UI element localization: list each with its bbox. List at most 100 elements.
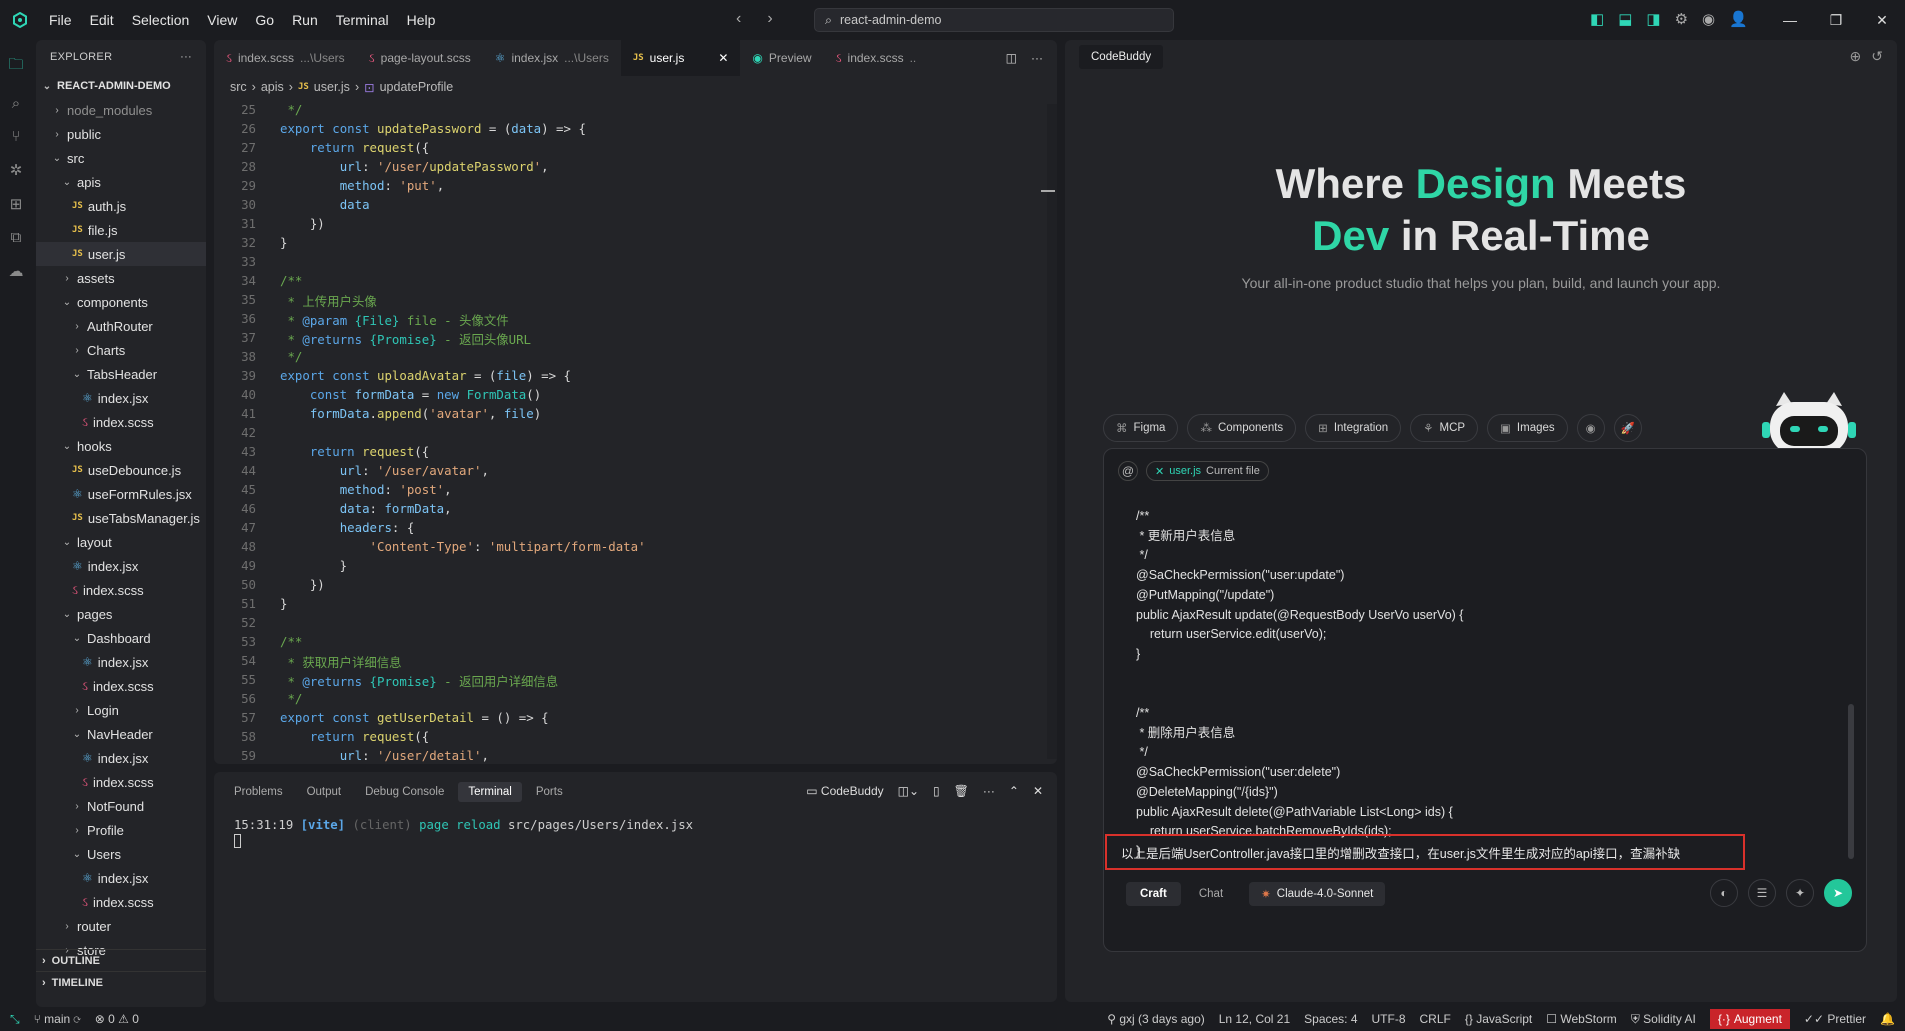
- menu-file[interactable]: File: [40, 12, 81, 28]
- menu-selection[interactable]: Selection: [123, 12, 199, 28]
- terminal-selector[interactable]: ▭ CodeBuddy: [806, 784, 883, 798]
- debug-icon[interactable]: ✲: [10, 161, 23, 179]
- mode-craft[interactable]: Craft: [1126, 882, 1181, 906]
- remote-icon[interactable]: ⧉: [11, 229, 22, 246]
- outline-section[interactable]: › OUTLINE: [36, 949, 206, 971]
- tree-folder[interactable]: › AuthRouter: [36, 314, 206, 338]
- editor-scrollbar[interactable]: [1047, 104, 1057, 759]
- breadcrumb-item[interactable]: user.js: [314, 80, 350, 94]
- mode-chat[interactable]: Chat: [1185, 882, 1237, 906]
- account-icon[interactable]: 👤: [1729, 10, 1748, 28]
- tree-file[interactable]: ઽ index.scss: [36, 890, 206, 914]
- prompt-text[interactable]: 以上是后端UserController.java接口里的增删改查接口，在user…: [1105, 834, 1745, 870]
- tree-file[interactable]: ⚛ index.jsx: [36, 866, 206, 890]
- gear-icon[interactable]: ⚙: [1675, 10, 1688, 28]
- chip-components[interactable]: ⁂ Components: [1187, 414, 1297, 442]
- blame-item[interactable]: ⚲ gxj (3 days ago): [1107, 1012, 1205, 1026]
- codebuddy-tab[interactable]: CodeBuddy: [1079, 45, 1164, 69]
- editor-tab[interactable]: ◉ Preview: [740, 40, 823, 76]
- chat-input-content[interactable]: /** * 更新用户表信息 */ @SaCheckPermission("use…: [1136, 507, 1463, 862]
- indentation[interactable]: Spaces: 4: [1304, 1012, 1357, 1026]
- editor-tab[interactable]: ઽ index.scss ...\Users: [214, 40, 357, 76]
- webstorm-item[interactable]: ☐ WebStorm: [1546, 1012, 1617, 1026]
- tree-file[interactable]: ⚛ index.jsx: [36, 554, 206, 578]
- tree-folder[interactable]: › public: [36, 122, 206, 146]
- panel-tab-problems[interactable]: Problems: [224, 782, 293, 802]
- terminal-output[interactable]: 15:31:19 [vite] (client) page reload src…: [214, 812, 1057, 854]
- tree-folder[interactable]: ⌄ src: [36, 146, 206, 170]
- tree-file[interactable]: ઽ index.scss: [36, 578, 206, 602]
- chip-mcp[interactable]: ⚘ MCP: [1410, 414, 1479, 442]
- tree-folder[interactable]: › NotFound: [36, 794, 206, 818]
- branch-item[interactable]: ⑂ main ⟳: [34, 1012, 81, 1026]
- search-icon[interactable]: ⌕: [12, 95, 20, 112]
- language-mode[interactable]: {} JavaScript: [1465, 1012, 1532, 1026]
- problems-item[interactable]: ⊗ 0 ⚠ 0: [95, 1012, 139, 1026]
- breadcrumb-item[interactable]: src: [230, 80, 247, 94]
- layout-panel-icon[interactable]: ⬓: [1618, 10, 1632, 28]
- breadcrumb-item[interactable]: apis: [261, 80, 284, 94]
- tree-folder[interactable]: › assets: [36, 266, 206, 290]
- tree-folder[interactable]: ⌄ NavHeader: [36, 722, 206, 746]
- menu-help[interactable]: Help: [398, 12, 445, 28]
- line-endings[interactable]: CRLF: [1420, 1012, 1451, 1026]
- palette-icon[interactable]: ◐: [1710, 879, 1738, 907]
- split-editor-icon[interactable]: ◫: [1006, 51, 1017, 65]
- tree-folder[interactable]: › node_modules: [36, 98, 206, 122]
- layout-icon[interactable]: ▯: [933, 784, 940, 798]
- close-panel-icon[interactable]: ✕: [1033, 784, 1043, 798]
- command-search[interactable]: ⌕ react-admin-demo: [814, 8, 1174, 32]
- menu-view[interactable]: View: [198, 12, 246, 28]
- panel-tab-output[interactable]: Output: [297, 782, 352, 802]
- menu-edit[interactable]: Edit: [81, 12, 123, 28]
- layout-sidebar-icon[interactable]: ◧: [1590, 10, 1604, 28]
- tree-file[interactable]: JS useDebounce.js: [36, 458, 206, 482]
- model-selector[interactable]: ✷ Claude-4.0-Sonnet: [1249, 882, 1386, 906]
- chip-figma[interactable]: ⌘ Figma: [1103, 414, 1179, 442]
- remote-indicator-icon[interactable]: ⤡: [10, 1012, 20, 1027]
- menu-run[interactable]: Run: [283, 12, 327, 28]
- tree-folder[interactable]: › Login: [36, 698, 206, 722]
- mention-button[interactable]: @: [1118, 461, 1138, 481]
- minimize-icon[interactable]: —: [1767, 0, 1813, 40]
- chip-integration[interactable]: ⊞ Integration: [1305, 414, 1402, 442]
- close-tab-icon[interactable]: ✕: [718, 51, 728, 65]
- history-icon[interactable]: ↺: [1871, 48, 1883, 65]
- close-icon[interactable]: ✕: [1859, 0, 1905, 40]
- editor-tab[interactable]: ઽ index.scss..: [824, 40, 929, 76]
- trash-icon[interactable]: 🗑: [954, 784, 969, 798]
- codebuddy-icon[interactable]: ☁: [9, 262, 24, 280]
- panel-tab-terminal[interactable]: Terminal: [458, 782, 522, 802]
- timeline-section[interactable]: › TIMELINE: [36, 971, 206, 993]
- notifications-icon[interactable]: 🔔: [1880, 1012, 1895, 1026]
- solidity-item[interactable]: ⛨ Solidity AI: [1631, 1012, 1696, 1027]
- menu-terminal[interactable]: Terminal: [327, 12, 398, 28]
- tree-file[interactable]: JS user.js: [36, 242, 206, 266]
- split-terminal-icon[interactable]: ◫⌄: [898, 784, 919, 798]
- code-view[interactable]: 25 */26 export const updatePassword = (da…: [214, 102, 1057, 762]
- tree-folder[interactable]: ⌄ Users: [36, 842, 206, 866]
- menu-go[interactable]: Go: [246, 12, 283, 28]
- tree-folder[interactable]: › Charts: [36, 338, 206, 362]
- more-icon[interactable]: ···: [180, 51, 192, 63]
- tree-folder[interactable]: ⌄ layout: [36, 530, 206, 554]
- chip-images[interactable]: ▣ Images: [1487, 414, 1568, 442]
- tree-folder[interactable]: ⌄ pages: [36, 602, 206, 626]
- augment-item[interactable]: {·} Augment: [1709, 1009, 1790, 1029]
- task-list-icon[interactable]: ☰: [1748, 879, 1776, 907]
- context-file-pill[interactable]: ✕ user.js Current file: [1146, 461, 1269, 481]
- tree-folder[interactable]: ⌄ apis: [36, 170, 206, 194]
- tree-file[interactable]: ઽ index.scss: [36, 770, 206, 794]
- tree-file[interactable]: ઽ index.scss: [36, 674, 206, 698]
- extensions-icon[interactable]: ⊞: [10, 195, 23, 213]
- copilot-icon[interactable]: ◉: [1702, 10, 1715, 28]
- tree-folder[interactable]: ⌄ TabsHeader: [36, 362, 206, 386]
- tree-file[interactable]: ઽ index.scss: [36, 410, 206, 434]
- cursor-position[interactable]: Ln 12, Col 21: [1219, 1012, 1290, 1026]
- tree-file[interactable]: ⚛ useFormRules.jsx: [36, 482, 206, 506]
- maximize-icon[interactable]: ❐: [1813, 0, 1859, 40]
- tree-folder[interactable]: ⌄ components: [36, 290, 206, 314]
- editor-tab[interactable]: ઽ page-layout.scss: [357, 40, 483, 76]
- explorer-icon[interactable]: 🗀: [8, 54, 23, 79]
- new-chat-icon[interactable]: ⊕: [1850, 48, 1862, 65]
